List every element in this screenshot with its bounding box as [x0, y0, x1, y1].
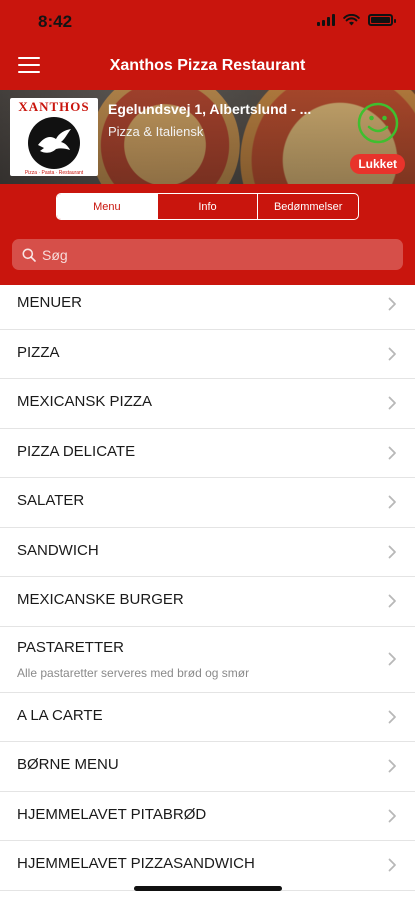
- list-item-title: HJEMMELAVET PIZZASANDWICH: [17, 855, 255, 872]
- list-item-title: MEXICANSK PIZZA: [17, 393, 153, 410]
- tab-info[interactable]: Info: [156, 194, 258, 219]
- home-indicator[interactable]: [134, 886, 282, 891]
- tab-menu[interactable]: Menu: [57, 194, 157, 219]
- list-item-title: BØRNE MENU: [17, 756, 119, 773]
- logo-text: XANTHOS: [18, 98, 90, 114]
- cellular-signal-icon: [317, 14, 335, 26]
- restaurant-category: Pizza & Italiensk: [108, 124, 204, 139]
- list-item[interactable]: BØRNE MENU: [0, 742, 415, 792]
- list-item-title: SANDWICH: [17, 541, 99, 559]
- smiley-icon: [357, 102, 399, 144]
- list-item[interactable]: A LA CARTE: [0, 693, 415, 742]
- list-item-subtitle: Alle pastaretter serveres med brød og sm…: [17, 665, 250, 680]
- list-item[interactable]: HJEMMELAVET PITABRØD: [0, 792, 415, 841]
- chevron-right-icon: [388, 446, 396, 460]
- search-bar[interactable]: [12, 239, 403, 270]
- list-item[interactable]: MEXICANSKE BURGER: [0, 577, 415, 627]
- segmented-tabs: Menu Info Bedømmelser: [56, 193, 359, 220]
- chevron-right-icon: [388, 594, 396, 608]
- list-item-title: PIZZA DELICATE: [17, 442, 136, 460]
- list-item-title: SALATER: [17, 492, 85, 509]
- list-item[interactable]: SANDWICH: [0, 528, 415, 577]
- chevron-right-icon: [388, 347, 396, 361]
- list-item-title: HJEMMELAVET PITABRØD: [17, 805, 207, 823]
- list-item[interactable]: SALATER: [0, 478, 415, 528]
- chevron-right-icon: [388, 297, 396, 311]
- page-title: Xanthos Pizza Restaurant: [109, 57, 306, 74]
- restaurant-logo: XANTHOS Pizza · Pasta · Restaurant: [10, 98, 98, 176]
- menu-category-list: MENUER PIZZA MEXICANSK PIZZA PIZZA DELIC…: [0, 280, 415, 891]
- chevron-right-icon: [388, 652, 396, 666]
- list-item-title: MENUER: [17, 294, 83, 311]
- status-badge: Lukket: [350, 154, 405, 174]
- list-item[interactable]: PIZZA: [0, 330, 415, 379]
- restaurant-banner: XANTHOS Pizza · Pasta · Restaurant Egelu…: [0, 90, 415, 184]
- search-icon: [22, 248, 36, 262]
- list-item[interactable]: MEXICANSK PIZZA: [0, 379, 415, 429]
- navigation-bar: Xanthos Pizza Restaurant: [0, 46, 415, 88]
- list-item-title: MEXICANSKE BURGER: [17, 591, 184, 608]
- status-bar: 8:42: [0, 0, 415, 42]
- chevron-right-icon: [388, 809, 396, 823]
- chevron-right-icon: [388, 545, 396, 559]
- status-icons: [317, 14, 396, 26]
- list-item[interactable]: MENUER: [0, 280, 415, 330]
- list-item-title: PIZZA: [17, 343, 60, 361]
- chevron-right-icon: [388, 396, 396, 410]
- list-item[interactable]: PASTARETTER Alle pastaretter serveres me…: [0, 627, 415, 693]
- restaurant-address: Egelundsvej 1, Albertslund - ...: [108, 101, 312, 117]
- list-item-title: PASTARETTER: [17, 638, 124, 656]
- chevron-right-icon: [388, 710, 396, 724]
- chevron-right-icon: [388, 759, 396, 773]
- battery-icon: [368, 14, 396, 26]
- list-item[interactable]: PIZZA DELICATE: [0, 429, 415, 478]
- chevron-right-icon: [388, 858, 396, 872]
- tab-reviews[interactable]: Bedømmelser: [257, 194, 358, 219]
- wifi-icon: [343, 14, 360, 26]
- search-input[interactable]: [42, 246, 342, 263]
- status-time: 8:42: [38, 12, 73, 31]
- list-item-title: A LA CARTE: [17, 706, 103, 724]
- list-item[interactable]: HJEMMELAVET PIZZASANDWICH: [0, 841, 415, 891]
- logo-subtext: Pizza · Pasta · Restaurant: [24, 169, 84, 176]
- chevron-right-icon: [388, 495, 396, 509]
- dove-icon: [28, 116, 80, 169]
